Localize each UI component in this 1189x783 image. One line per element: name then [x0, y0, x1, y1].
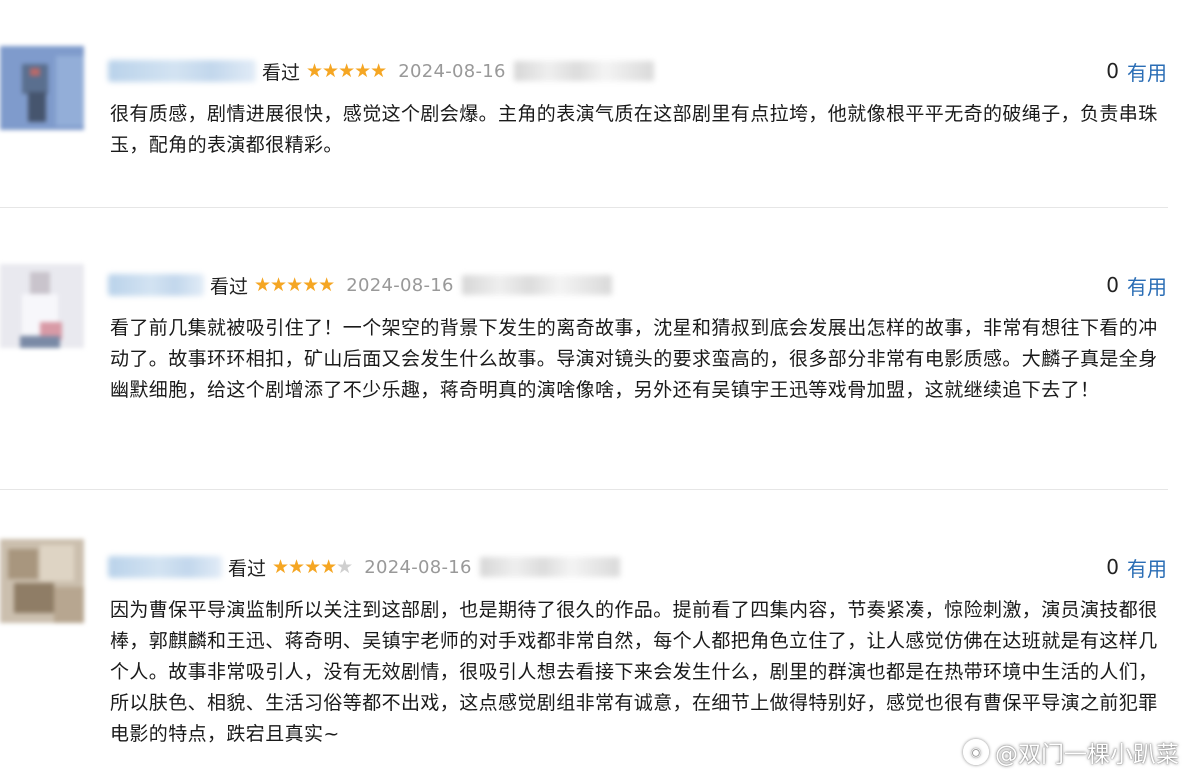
watch-status: 看过	[228, 557, 267, 580]
useful-button[interactable]: 有用	[1127, 271, 1167, 300]
redacted-info	[461, 275, 612, 295]
rating-stars: ★★★★★	[306, 60, 387, 82]
review-content: 很有质感，剧情进展很快，感觉这个剧会爆。主角的表演气质在这部剧里有点拉垮，他就像…	[110, 103, 1158, 156]
useful-count: 0	[1106, 273, 1119, 297]
review-item: 看过 ★★★★★ 2024-08-16 0 有用 看了前几集就被吸引住了！一个架…	[0, 208, 1189, 491]
review-date: 2024-08-16	[346, 274, 454, 296]
useful-vote: 0 有用	[1106, 552, 1167, 582]
useful-vote: 0 有用	[1106, 270, 1167, 300]
review-meta: 看过 ★★★★★ 2024-08-16	[108, 56, 654, 86]
watch-status: 看过	[210, 275, 249, 298]
review-content: 看了前几集就被吸引住了！一个架空的背景下发生的离奇故事，沈星和猜叔到底会发展出怎…	[110, 317, 1158, 401]
avatar[interactable]	[0, 264, 84, 348]
rating-stars: ★★★★★	[272, 556, 353, 578]
weibo-icon: ◉	[963, 739, 989, 765]
review-item: 看过 ★★★★★ 2024-08-16 0 有用 很有质感，剧情进展很快，感觉这…	[0, 0, 1189, 208]
star-empty: ★	[336, 556, 353, 578]
avatar[interactable]	[0, 539, 84, 623]
review-feed: 看过 ★★★★★ 2024-08-16 0 有用 很有质感，剧情进展很快，感觉这…	[0, 0, 1189, 783]
username-redacted[interactable]	[108, 274, 204, 296]
useful-count: 0	[1106, 59, 1119, 83]
rating-stars: ★★★★★	[254, 274, 335, 296]
useful-count: 0	[1106, 555, 1119, 579]
watermark-text: @双门一棵小趴菜	[995, 742, 1179, 768]
watch-status: 看过	[262, 61, 301, 84]
review-date: 2024-08-16	[364, 556, 472, 578]
star-filled: ★★★★	[272, 556, 337, 578]
watermark: ◉ @双门一棵小趴菜	[963, 735, 1179, 769]
avatar[interactable]	[0, 46, 84, 130]
useful-button[interactable]: 有用	[1127, 57, 1167, 86]
username-redacted[interactable]	[108, 60, 256, 82]
review-meta: 看过 ★★★★★ 2024-08-16	[108, 270, 612, 300]
review-meta: 看过 ★★★★★ 2024-08-16	[108, 552, 620, 582]
review-date: 2024-08-16	[398, 60, 506, 82]
username-redacted[interactable]	[108, 556, 222, 578]
useful-button[interactable]: 有用	[1127, 553, 1167, 582]
divider	[0, 489, 1168, 490]
redacted-info	[479, 557, 620, 577]
useful-vote: 0 有用	[1106, 56, 1167, 86]
redacted-info	[513, 61, 654, 81]
review-content: 因为曹保平导演监制所以关注到这部剧，也是期待了很久的作品。提前看了四集内容，节奏…	[110, 599, 1158, 745]
